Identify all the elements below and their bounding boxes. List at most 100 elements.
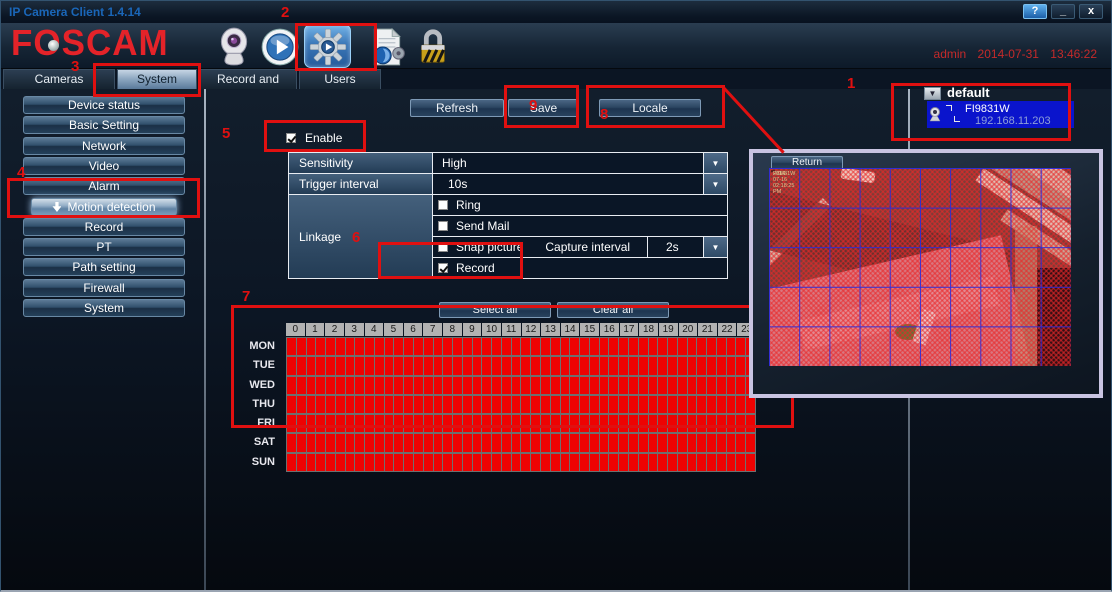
schedule-cell[interactable] [649, 377, 658, 394]
schedule-cell[interactable] [424, 396, 433, 413]
schedule-cell[interactable] [746, 434, 755, 451]
schedule-cell[interactable] [717, 338, 726, 355]
schedule-cell[interactable] [521, 454, 530, 471]
schedule-cell[interactable] [463, 454, 472, 471]
schedule-cell[interactable] [561, 357, 570, 374]
schedule-cell[interactable] [697, 338, 706, 355]
playback-icon[interactable] [259, 26, 301, 68]
select-all-button[interactable]: Select all [439, 302, 551, 318]
schedule-cell[interactable] [365, 338, 374, 355]
hour-header-cell[interactable]: 13 [541, 323, 560, 336]
schedule-cell[interactable] [355, 357, 364, 374]
schedule-cell[interactable] [658, 338, 667, 355]
schedule-cell[interactable] [307, 357, 316, 374]
schedule-cell[interactable] [336, 357, 345, 374]
schedule-cell[interactable] [453, 377, 462, 394]
schedule-cell[interactable] [531, 357, 540, 374]
schedule-cell[interactable] [580, 396, 589, 413]
schedule-cell[interactable] [453, 415, 462, 432]
record-checkbox[interactable] [438, 263, 448, 273]
schedule-cell[interactable] [336, 415, 345, 432]
schedule-cell[interactable] [561, 415, 570, 432]
schedule-cell[interactable] [473, 338, 482, 355]
schedule-cell[interactable] [590, 454, 599, 471]
schedule-cell[interactable] [746, 415, 755, 432]
schedule-cell[interactable] [443, 454, 452, 471]
hour-header-cell[interactable]: 9 [463, 323, 482, 336]
schedule-cell[interactable] [717, 454, 726, 471]
schedule-cell[interactable] [590, 434, 599, 451]
schedule-cell[interactable] [307, 338, 316, 355]
schedule-cell[interactable] [688, 357, 697, 374]
schedule-cell[interactable] [531, 396, 540, 413]
schedule-cell[interactable] [561, 338, 570, 355]
schedule-cell[interactable] [609, 434, 618, 451]
schedule-cell[interactable] [629, 415, 638, 432]
hour-header-cell[interactable]: 11 [502, 323, 521, 336]
schedule-cell[interactable] [551, 434, 560, 451]
schedule-cell[interactable] [678, 357, 687, 374]
hour-header-cell[interactable]: 18 [639, 323, 658, 336]
schedule-cell[interactable] [727, 454, 736, 471]
schedule-cell[interactable] [473, 434, 482, 451]
schedule-cell[interactable] [385, 415, 394, 432]
schedule-cell[interactable] [346, 377, 355, 394]
schedule-cell[interactable] [697, 415, 706, 432]
clear-all-button[interactable]: Clear all [557, 302, 669, 318]
schedule-cell[interactable] [326, 377, 335, 394]
schedule-cell[interactable] [443, 357, 452, 374]
schedule-cell[interactable] [287, 454, 296, 471]
schedule-cell[interactable] [307, 454, 316, 471]
schedule-cell[interactable] [453, 338, 462, 355]
schedule-cell[interactable] [717, 357, 726, 374]
schedule-cell[interactable] [414, 454, 423, 471]
tab-cameras[interactable]: Cameras [3, 69, 115, 89]
schedule-cell[interactable] [287, 434, 296, 451]
schedule-cell[interactable] [512, 377, 521, 394]
schedule-cell[interactable] [336, 377, 345, 394]
hour-header-cell[interactable]: 16 [600, 323, 619, 336]
schedule-cell[interactable] [424, 415, 433, 432]
schedule-cell[interactable] [336, 338, 345, 355]
schedule-cell[interactable] [590, 357, 599, 374]
schedule-cell[interactable] [482, 377, 491, 394]
schedule-cell[interactable] [668, 357, 677, 374]
schedule-cell[interactable] [365, 454, 374, 471]
schedule-cell[interactable] [512, 415, 521, 432]
schedule-cell[interactable] [707, 357, 716, 374]
schedule-cell[interactable] [649, 434, 658, 451]
schedule-cell[interactable] [434, 357, 443, 374]
schedule-cell[interactable] [551, 396, 560, 413]
schedule-cell[interactable] [678, 396, 687, 413]
schedule-cell[interactable] [736, 454, 745, 471]
schedule-cell[interactable] [443, 396, 452, 413]
schedule-cell[interactable] [463, 434, 472, 451]
schedule-cell[interactable] [580, 357, 589, 374]
schedule-cell[interactable] [531, 338, 540, 355]
schedule-cell[interactable] [453, 454, 462, 471]
hour-header-cell[interactable]: 20 [679, 323, 698, 336]
hour-header-cell[interactable]: 14 [561, 323, 580, 336]
schedule-cell[interactable] [326, 434, 335, 451]
schedule-cell[interactable] [736, 415, 745, 432]
schedule-cell[interactable] [541, 396, 550, 413]
schedule-cell[interactable] [697, 357, 706, 374]
schedule-cell[interactable] [355, 338, 364, 355]
sidebar-item-system[interactable]: System [23, 299, 185, 317]
schedule-cell[interactable] [521, 434, 530, 451]
schedule-cell[interactable] [502, 396, 511, 413]
schedule-cell[interactable] [404, 434, 413, 451]
save-button[interactable]: Save [508, 99, 579, 117]
schedule-cell[interactable] [385, 396, 394, 413]
schedule-cell[interactable] [600, 396, 609, 413]
tab-users[interactable]: Users [299, 69, 381, 89]
schedule-cell[interactable] [609, 357, 618, 374]
schedule-cell[interactable] [424, 434, 433, 451]
schedule-cell[interactable] [316, 357, 325, 374]
schedule-cell[interactable] [394, 434, 403, 451]
schedule-cell[interactable] [609, 415, 618, 432]
capture-interval-select[interactable]: 2s▼ [647, 237, 727, 257]
schedule-cell[interactable] [619, 338, 628, 355]
send-mail-checkbox[interactable] [438, 221, 448, 231]
schedule-cell[interactable] [424, 338, 433, 355]
